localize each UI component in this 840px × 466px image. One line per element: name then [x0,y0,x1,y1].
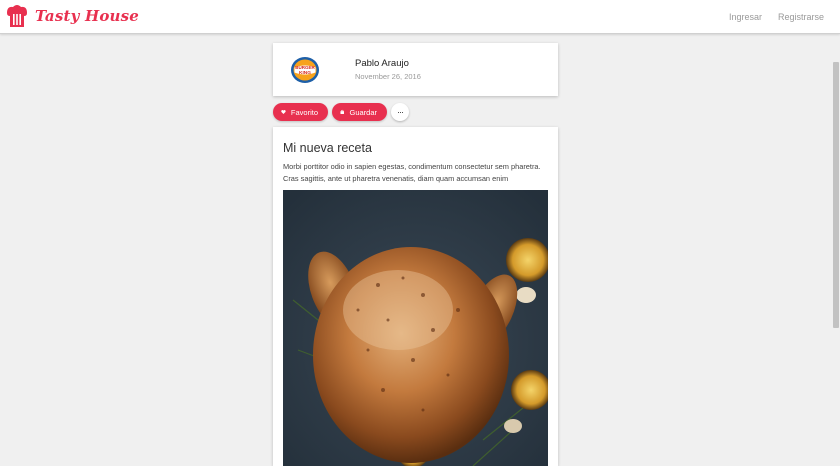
avatar-logo-line1: BURGER [295,65,315,70]
top-nav: Ingresar Registrarse [729,0,824,33]
login-link[interactable]: Ingresar [729,12,762,22]
more-options-button[interactable]: ··· [391,103,409,121]
favorite-button[interactable]: Favorito [273,103,328,121]
recipe-card: Mi nueva receta Morbi porttitor odio in … [273,127,558,466]
scrollbar-thumb[interactable] [833,62,839,328]
avatar[interactable]: BURGER KING [290,55,320,85]
favorite-label: Favorito [290,107,318,117]
avatar-logo-line2: KING [299,70,311,76]
author-card: BURGER KING Pablo Araujo November 26, 20… [273,43,558,96]
save-button[interactable]: Guardar [332,103,387,121]
top-navbar: Tasty House Ingresar Registrarse [0,0,840,34]
page-scrollbar[interactable] [832,34,840,466]
recipe-photo [283,190,548,466]
recipe-title: Mi nueva receta [283,141,372,155]
lemon-slice [506,238,548,282]
save-label: Guardar [349,107,377,117]
recipe-description: Morbi porttitor odio in sapien egestas, … [283,162,541,183]
brand-name: Tasty House [35,7,140,25]
shopping-bag-icon [340,109,345,115]
register-link[interactable]: Registrarse [778,12,824,22]
garlic-clove [516,287,536,303]
author-name[interactable]: Pablo Araujo [355,58,409,69]
chef-hat-logo-icon [7,5,27,27]
heart-icon [281,110,286,114]
brand[interactable]: Tasty House [4,3,139,29]
post-date: November 26, 2016 [355,72,421,81]
garlic-clove [504,419,522,433]
